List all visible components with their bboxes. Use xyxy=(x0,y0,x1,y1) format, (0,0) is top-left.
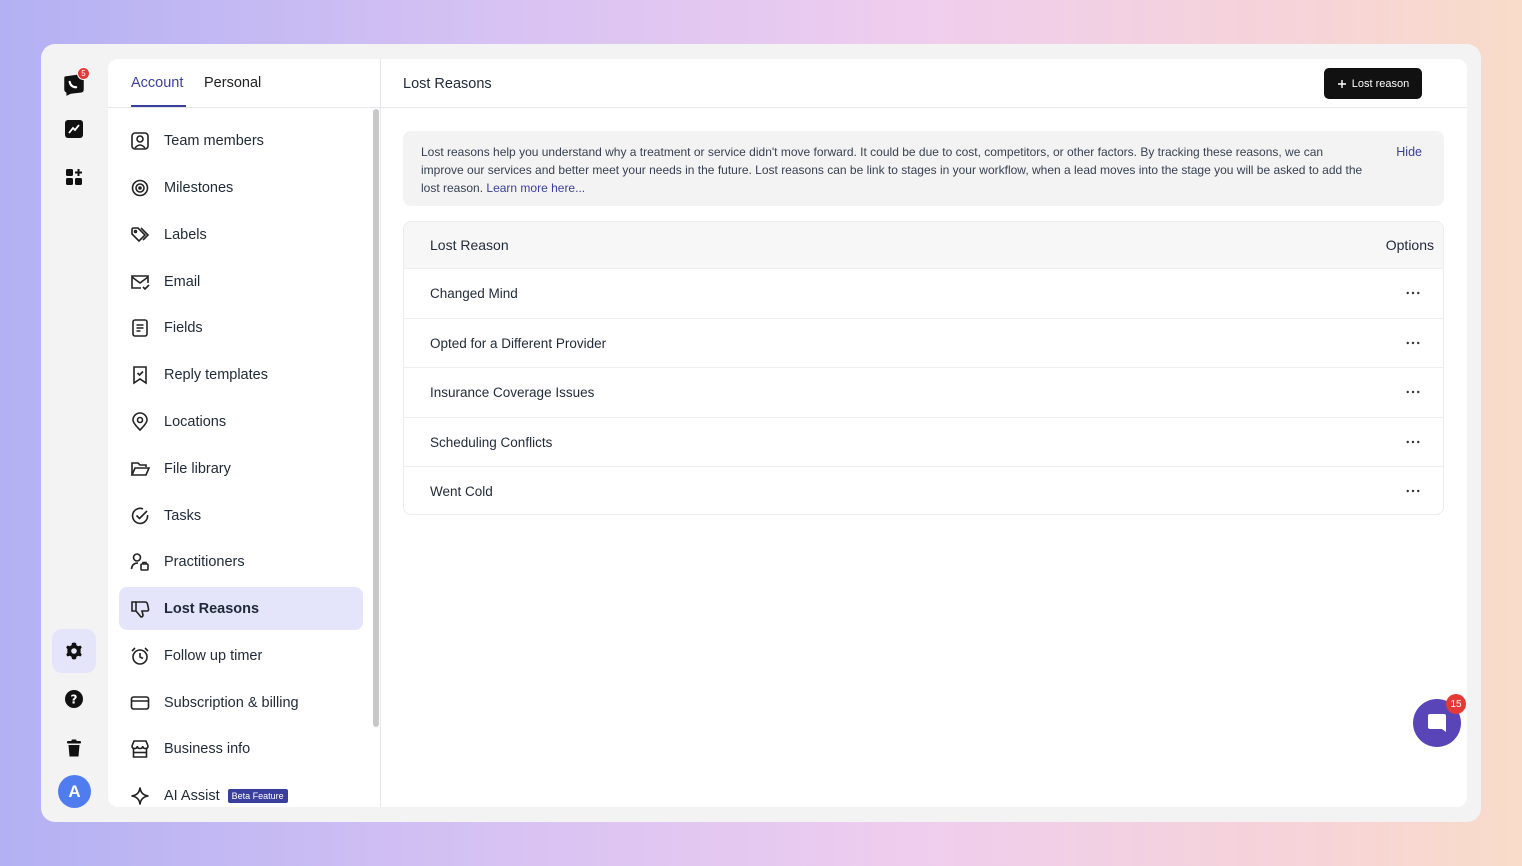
sidebar-item-label: Follow up timer xyxy=(164,647,263,664)
sidebar-item-follow-up-timer[interactable]: Follow up timer xyxy=(119,634,363,677)
chat-bubble-icon xyxy=(1428,714,1446,732)
alarm-clock-icon xyxy=(131,646,149,665)
app-logo-button[interactable]: 5 xyxy=(52,62,96,106)
settings-button[interactable] xyxy=(52,629,96,673)
tab-underline xyxy=(131,105,186,107)
more-options-icon[interactable] xyxy=(1405,335,1421,351)
beta-badge: Beta Feature xyxy=(227,788,288,803)
tags-icon xyxy=(131,226,150,242)
sidebar-item-ai-assist[interactable]: AI Assist Beta Feature xyxy=(119,774,363,807)
sidebar-item-label: Reply templates xyxy=(164,366,268,383)
notification-badge: 5 xyxy=(77,67,90,80)
grid-plus-icon xyxy=(66,169,82,185)
sparkle-icon xyxy=(131,786,149,805)
table-row: Scheduling Conflicts xyxy=(404,416,1443,467)
more-options-icon[interactable] xyxy=(1405,384,1421,400)
settings-tabs: Account Personal xyxy=(108,59,380,108)
store-icon xyxy=(131,739,149,758)
fields-icon xyxy=(132,318,148,337)
table-row: Went Cold xyxy=(404,466,1443,514)
sidebar-scrollbar[interactable] xyxy=(373,109,379,727)
more-options-icon[interactable] xyxy=(1405,483,1421,499)
sidebar-item-lost-reasons[interactable]: Lost Reasons xyxy=(119,587,363,630)
app-window: 5 ? A Account Personal Team members Mile… xyxy=(41,44,1481,822)
more-options-icon[interactable] xyxy=(1405,285,1421,301)
help-icon: ? xyxy=(65,690,83,708)
hide-link[interactable]: Hide xyxy=(1396,143,1422,161)
row-reason: Scheduling Conflicts xyxy=(430,434,553,450)
sidebar-item-label: File library xyxy=(164,460,231,477)
sidebar-item-practitioners[interactable]: Practitioners xyxy=(119,540,363,583)
sidebar-item-tasks[interactable]: Tasks xyxy=(119,494,363,537)
icon-rail: 5 ? A xyxy=(41,44,107,822)
table-row: Changed Mind xyxy=(404,268,1443,318)
sidebar-item-label: Locations xyxy=(164,413,227,430)
user-square-icon xyxy=(131,131,149,150)
sidebar-item-team-members[interactable]: Team members xyxy=(119,119,363,162)
main-header: Lost Reasons Lost reason xyxy=(381,59,1467,108)
check-circle-icon xyxy=(131,507,149,524)
sidebar-item-business-info[interactable]: Business info xyxy=(119,727,363,770)
mail-icon xyxy=(131,274,150,290)
sidebar-item-label: Labels xyxy=(164,226,207,243)
sidebar-item-fields[interactable]: Fields xyxy=(119,306,363,349)
svg-text:?: ? xyxy=(71,693,78,707)
practitioner-icon xyxy=(130,552,149,571)
thumbs-down-icon xyxy=(131,600,150,618)
chat-unread-badge: 15 xyxy=(1446,694,1466,714)
reports-button[interactable] xyxy=(52,107,96,151)
sidebar-item-subscription-billing[interactable]: Subscription & billing xyxy=(119,681,363,724)
table-row: Opted for a Different Provider xyxy=(404,317,1443,368)
sidebar-item-label: Subscription & billing xyxy=(164,694,299,711)
sidebar-item-label: Email xyxy=(164,273,201,290)
apps-button[interactable] xyxy=(52,155,96,199)
sidebar-item-labels[interactable]: Labels xyxy=(119,213,363,256)
trash-icon xyxy=(67,739,81,757)
more-options-icon[interactable] xyxy=(1405,434,1421,450)
folder-icon xyxy=(130,461,150,476)
target-icon xyxy=(131,179,149,196)
plus-icon xyxy=(1337,79,1346,88)
map-pin-icon xyxy=(132,411,148,431)
lost-reasons-table: Lost Reason Options Changed Mind Opted f… xyxy=(403,221,1444,515)
tab-personal[interactable]: Personal xyxy=(204,75,261,91)
sidebar-item-label: Practitioners xyxy=(164,553,245,570)
add-lost-reason-button[interactable]: Lost reason xyxy=(1324,68,1422,99)
sidebar-item-label: AI Assist xyxy=(164,787,220,804)
page-title: Lost Reasons xyxy=(403,76,492,92)
row-reason: Changed Mind xyxy=(430,286,518,301)
sidebar-item-milestones[interactable]: Milestones xyxy=(119,166,363,209)
credit-card-icon xyxy=(130,695,150,710)
gear-icon xyxy=(66,642,82,660)
sidebar-item-label: Lost Reasons xyxy=(164,600,260,617)
bookmark-icon xyxy=(133,365,147,384)
help-button[interactable]: ? xyxy=(52,677,96,721)
sidebar-item-reply-templates[interactable]: Reply templates xyxy=(119,353,363,396)
main-panel: Lost Reasons Lost reason Lost reasons he… xyxy=(381,59,1467,807)
sidebar-item-label: Business info xyxy=(164,740,251,757)
row-reason: Went Cold xyxy=(430,484,493,499)
trash-button[interactable] xyxy=(52,726,96,770)
avatar[interactable]: A xyxy=(58,775,91,808)
sidebar-item-label: Tasks xyxy=(164,507,202,524)
column-header-options: Options xyxy=(1385,237,1434,253)
sidebar-item-file-library[interactable]: File library xyxy=(119,447,363,490)
row-reason: Opted for a Different Provider xyxy=(430,335,607,351)
settings-sidebar: Account Personal Team members Milestones… xyxy=(108,59,381,807)
table-header: Lost Reason Options xyxy=(404,222,1443,268)
row-reason: Insurance Coverage Issues xyxy=(430,385,595,400)
column-header-reason: Lost Reason xyxy=(430,237,509,253)
add-button-label: Lost reason xyxy=(1351,77,1410,90)
table-row: Insurance Coverage Issues xyxy=(404,367,1443,417)
learn-more-link[interactable]: Learn more here... xyxy=(486,181,585,195)
sidebar-item-locations[interactable]: Locations xyxy=(119,400,363,443)
sidebar-item-email[interactable]: Email xyxy=(119,260,363,303)
sidebar-item-label: Team members xyxy=(164,132,264,149)
chart-icon xyxy=(65,120,83,138)
info-banner: Lost reasons help you understand why a t… xyxy=(403,131,1444,206)
tab-account[interactable]: Account xyxy=(131,75,183,91)
sidebar-item-label: Fields xyxy=(164,319,203,336)
sidebar-item-label: Milestones xyxy=(164,179,234,196)
